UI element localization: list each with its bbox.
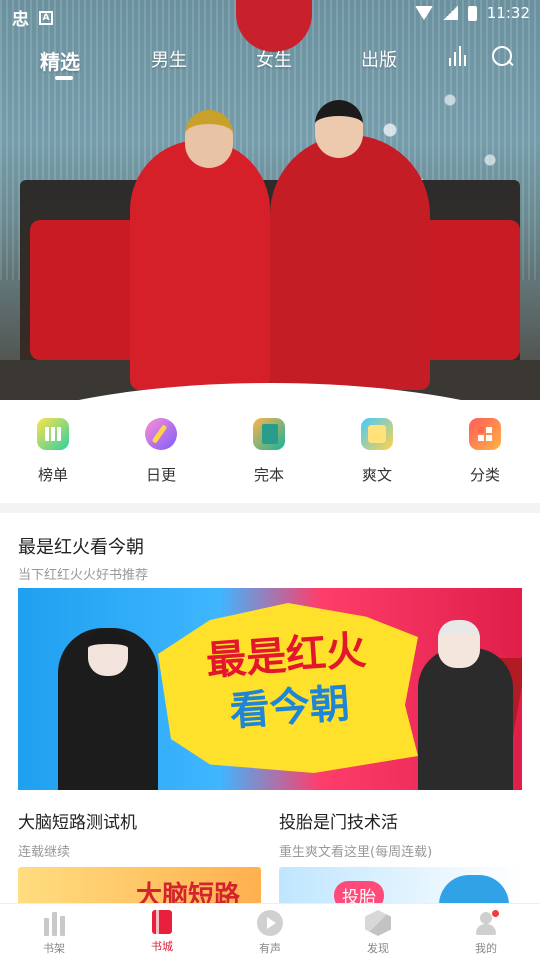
quick-item-finished[interactable]: 完本 (229, 418, 309, 485)
quick-item-category[interactable]: 分类 (445, 418, 525, 485)
quick-item-ranking[interactable]: 榜单 (13, 418, 93, 485)
bookshelf-icon (41, 910, 67, 936)
quick-item-label: 分类 (469, 466, 500, 484)
nav-item-mine[interactable]: 我的 (456, 910, 516, 956)
bar-chart-icon[interactable] (449, 46, 469, 66)
a-notification-icon: A (39, 10, 53, 25)
quick-item-cool[interactable]: 爽文 (337, 418, 417, 485)
banner-character-right-face (438, 620, 480, 668)
featured-banner[interactable]: 最是红火 看今朝 (18, 588, 522, 790)
book-subtitle: 重生爽文看这里(每周连载) (279, 845, 433, 860)
book-subtitle: 连载继续 (18, 845, 71, 860)
carousel-indicator (237, 387, 281, 392)
top-tabs: 精选 男生 女生 出版 (0, 40, 540, 84)
quick-item-label: 爽文 (361, 466, 392, 484)
nav-label: 书架 (43, 942, 65, 955)
section-subtitle: 当下红红火火好书推荐 (18, 568, 149, 583)
quick-item-label: 日更 (145, 466, 176, 484)
nav-item-bookstore[interactable]: 书城 (132, 910, 192, 954)
status-bar: 忠 A 11:32 (0, 0, 540, 30)
carousel-dot (237, 387, 242, 392)
signal-icon (442, 6, 458, 20)
banner-character-right (418, 648, 513, 790)
category-icon (469, 418, 501, 450)
user-icon (473, 910, 499, 936)
tab-female[interactable]: 女生 (256, 46, 292, 72)
carousel-dot (250, 387, 255, 392)
nav-label: 书城 (151, 940, 173, 953)
book-title: 大脑短路测试机 (18, 813, 137, 833)
carousel-dot (276, 387, 281, 392)
nav-item-audio[interactable]: 有声 (240, 910, 300, 956)
tab-featured[interactable]: 精选 (40, 46, 80, 75)
banner-title: 最是红火 看今朝 (165, 622, 412, 742)
hero-bride (130, 140, 270, 390)
status-time: 11:32 (486, 4, 530, 22)
nav-item-bookshelf[interactable]: 书架 (24, 910, 84, 956)
tab-active-indicator (55, 76, 73, 80)
book-title: 投胎是门技术活 (279, 813, 398, 833)
nav-label: 发现 (367, 942, 389, 955)
app-notification-icon: 忠 (12, 10, 29, 30)
bookstore-icon (152, 910, 172, 934)
carousel-dot (263, 387, 268, 392)
hero-groom-head (315, 100, 363, 158)
play-icon (257, 910, 283, 936)
nav-item-discover[interactable]: 发现 (348, 910, 408, 956)
open-book-icon (361, 418, 393, 450)
quick-menu: 榜单 日更 完本 爽文 分类 (0, 410, 540, 500)
nav-label: 有声 (259, 942, 281, 955)
tab-male[interactable]: 男生 (151, 46, 187, 72)
section-divider (0, 503, 540, 513)
book-icon (253, 418, 285, 450)
search-icon[interactable] (492, 46, 514, 68)
cube-icon (365, 910, 391, 936)
ranking-icon (37, 418, 69, 450)
wifi-icon (414, 6, 433, 20)
quick-item-daily[interactable]: 日更 (121, 418, 201, 485)
battery-icon (467, 5, 477, 21)
section-title[interactable]: 最是红火看今朝 (18, 533, 144, 559)
nav-label: 我的 (475, 942, 497, 955)
quick-item-label: 完本 (253, 466, 284, 484)
hero-bride-head (185, 110, 233, 168)
pen-icon (145, 418, 177, 450)
quick-item-label: 榜单 (37, 466, 68, 484)
notification-dot (492, 910, 499, 917)
tab-publishing[interactable]: 出版 (361, 46, 397, 72)
banner-character-left-face (88, 630, 128, 676)
bottom-nav: 书架 书城 有声 发现 我的 (0, 903, 540, 960)
hero-groom (270, 135, 430, 390)
